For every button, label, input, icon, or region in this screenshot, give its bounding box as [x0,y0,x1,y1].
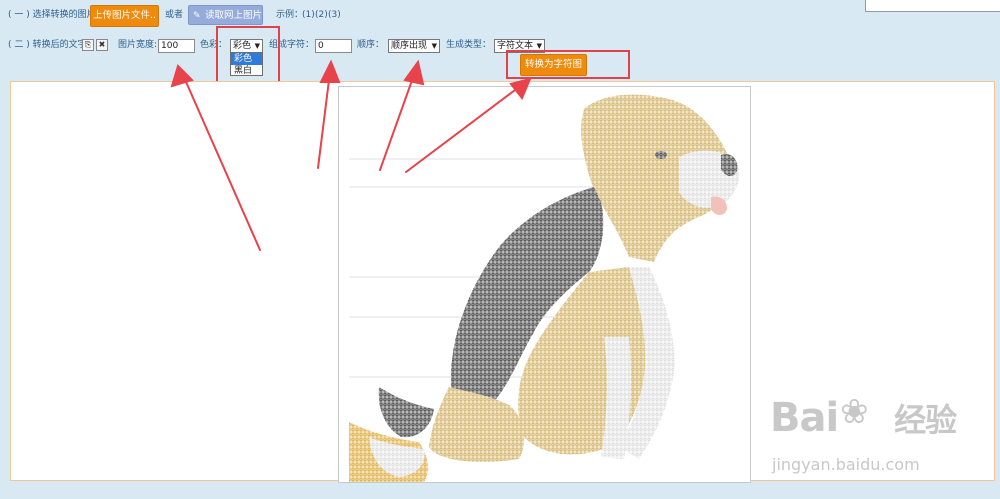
arrow-head [509,77,532,100]
arrow-to-chars-input [317,71,331,169]
arrow-to-convert-button [405,83,524,173]
arrow-to-order-select [379,71,416,171]
watermark-brand: Bai [770,395,839,441]
arrow-head [170,64,194,88]
watermark-url: jingyan.baidu.com [772,455,920,474]
watermark-jingyan: 经验 [894,401,957,439]
arrow-head [403,59,425,86]
baidu-watermark: Bai ❀ 经验 [770,392,957,442]
arrow-to-width-input [182,74,261,251]
arrow-head [319,59,341,83]
paw-icon: ❀ [840,392,868,432]
